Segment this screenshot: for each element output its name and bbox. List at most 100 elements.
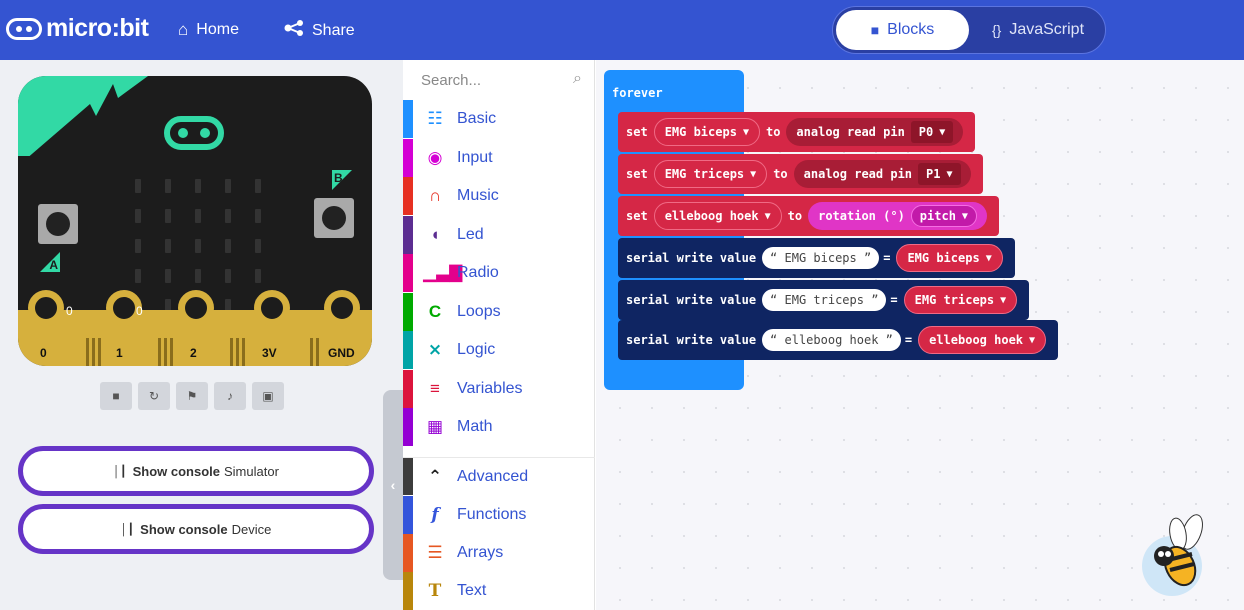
home-button[interactable]: ⌂ Home bbox=[178, 20, 239, 40]
set-variable-block[interactable]: set elleboog hoek ▼ to rotation (°) pitch ▼ bbox=[618, 196, 999, 236]
name-string-input[interactable]: “ EMG biceps ” bbox=[762, 247, 880, 269]
variable-dropdown[interactable]: EMG biceps ▼ bbox=[653, 118, 760, 146]
category-input[interactable]: ◉ Input bbox=[403, 139, 595, 177]
variable-dropdown[interactable]: elleboog hoek ▼ bbox=[653, 202, 782, 230]
category-arrays[interactable]: ☰ Arrays bbox=[403, 534, 595, 572]
category-math[interactable]: ▦ Math bbox=[403, 408, 595, 446]
variable-dropdown[interactable]: EMG triceps ▼ bbox=[653, 160, 768, 188]
search-icon[interactable]: ⌕ bbox=[573, 70, 582, 88]
button-b[interactable] bbox=[314, 198, 354, 238]
show-console-simulator-button[interactable]: │┃ Show console Simulator bbox=[18, 446, 374, 496]
category-label: Basic bbox=[457, 110, 497, 127]
dropdown-arrow-icon: ▼ bbox=[985, 252, 992, 264]
toggle-icon: ◖ bbox=[429, 225, 441, 244]
led bbox=[225, 209, 231, 223]
serial-write-value-block[interactable]: serial write value “ EMG biceps ” = EMG … bbox=[618, 238, 1015, 278]
category-radio[interactable]: ▁▃▇ Radio bbox=[403, 254, 595, 292]
microbit-logo[interactable]: micro:bit bbox=[6, 14, 149, 43]
name-string-input[interactable]: “ EMG triceps ” bbox=[762, 289, 887, 311]
category-loops[interactable]: C Loops bbox=[403, 293, 595, 331]
dropdown-arrow-icon: ▼ bbox=[742, 126, 749, 138]
pin-0[interactable] bbox=[28, 290, 64, 326]
serial-write-label: serial write value bbox=[626, 293, 757, 307]
led bbox=[255, 239, 261, 253]
set-variable-block[interactable]: set EMG biceps ▼ to analog read pin P0 ▼ bbox=[618, 112, 976, 152]
category-color-bar bbox=[403, 572, 413, 610]
category-logic[interactable]: ⨯ Logic bbox=[403, 331, 595, 369]
serial-write-value-block[interactable]: serial write value “ elleboog hoek ” = e… bbox=[618, 320, 1059, 360]
category-color-bar bbox=[403, 216, 413, 254]
search-input[interactable]: Search... bbox=[403, 60, 595, 100]
category-color-bar bbox=[403, 458, 413, 495]
category-advanced[interactable]: ⌃ Advanced bbox=[403, 457, 595, 495]
share-button[interactable]: Share bbox=[284, 20, 355, 41]
analog-read-block[interactable]: analog read pin P1 ▼ bbox=[793, 160, 971, 188]
category-led[interactable]: ◖ Led bbox=[403, 216, 595, 254]
led bbox=[225, 179, 231, 193]
show-console-device-button[interactable]: │┃ Show console Device bbox=[18, 504, 374, 554]
puzzle-icon: ■ bbox=[870, 22, 880, 38]
rotation-block[interactable]: rotation (°) pitch ▼ bbox=[808, 202, 987, 230]
variable-name: EMG triceps bbox=[664, 167, 745, 181]
pin-label: GND bbox=[328, 346, 355, 360]
pin-3v[interactable] bbox=[254, 290, 290, 326]
tab-blocks[interactable]: ■ Blocks bbox=[836, 10, 969, 50]
tab-blocks-label: Blocks bbox=[887, 21, 935, 38]
pin-label: 1 bbox=[116, 346, 123, 360]
dropdown-arrow-icon: ▼ bbox=[939, 126, 946, 138]
set-variable-block[interactable]: set EMG triceps ▼ to analog read pin P1 ▼ bbox=[618, 154, 983, 194]
category-variables[interactable]: ≡ Variables bbox=[403, 370, 595, 408]
category-label: Radio bbox=[457, 264, 499, 281]
editor-mode-switch: ■ Blocks {} JavaScript bbox=[832, 6, 1106, 54]
restart-icon[interactable]: ↻ bbox=[138, 382, 170, 410]
category-text[interactable]: T Text bbox=[403, 572, 595, 610]
pin-value: P1 bbox=[926, 167, 941, 181]
category-label: Led bbox=[457, 226, 484, 243]
console-label: Show console bbox=[140, 521, 228, 537]
board-logo-icon bbox=[164, 116, 224, 150]
led bbox=[165, 209, 171, 223]
collapse-simulator-handle[interactable]: ‹ bbox=[383, 390, 403, 580]
name-string-input[interactable]: “ elleboog hoek ” bbox=[762, 329, 901, 351]
stop-icon[interactable]: ■ bbox=[100, 382, 132, 410]
bee-mascot-icon bbox=[1142, 514, 1203, 596]
led bbox=[165, 269, 171, 283]
share-icon bbox=[284, 20, 304, 41]
mute-icon[interactable]: ♪ bbox=[214, 382, 246, 410]
share-label: Share bbox=[312, 21, 355, 39]
pin-strip bbox=[158, 338, 161, 366]
pin-strip bbox=[170, 338, 173, 366]
button-a[interactable] bbox=[38, 204, 78, 244]
category-color-bar bbox=[403, 534, 413, 572]
function-icon: f bbox=[431, 505, 439, 525]
pin-value: P0 bbox=[918, 125, 934, 139]
to-keyword: to bbox=[765, 125, 781, 139]
grid-icon: ☷ bbox=[427, 109, 443, 128]
dropdown-arrow-icon: ▼ bbox=[1000, 294, 1007, 306]
category-basic[interactable]: ☷ Basic bbox=[403, 100, 595, 138]
pin-dropdown[interactable]: P0 ▼ bbox=[910, 121, 954, 143]
variable-dropdown[interactable]: elleboog hoek ▼ bbox=[918, 326, 1047, 354]
category-color-bar bbox=[403, 408, 413, 446]
pin-gnd[interactable] bbox=[324, 290, 360, 326]
category-music[interactable]: ∩ Music bbox=[403, 177, 595, 215]
screenshot-icon[interactable]: ▣ bbox=[252, 382, 284, 410]
category-color-bar bbox=[403, 139, 413, 177]
variable-dropdown[interactable]: EMG triceps ▼ bbox=[903, 286, 1018, 314]
pin-2[interactable] bbox=[178, 290, 214, 326]
category-functions[interactable]: f Functions bbox=[403, 496, 595, 534]
slow-mo-icon[interactable]: ⚑ bbox=[176, 382, 208, 410]
category-color-bar bbox=[403, 370, 413, 408]
loop-icon: C bbox=[428, 302, 442, 321]
led bbox=[165, 239, 171, 253]
analog-read-block[interactable]: analog read pin P0 ▼ bbox=[786, 118, 964, 146]
dropdown-arrow-icon: ▼ bbox=[946, 168, 953, 180]
button-a-label: A bbox=[40, 252, 60, 272]
serial-write-value-block[interactable]: serial write value “ EMG triceps ” = EMG… bbox=[618, 280, 1030, 320]
led bbox=[195, 239, 201, 253]
variable-dropdown[interactable]: EMG biceps ▼ bbox=[896, 244, 1003, 272]
axis-dropdown[interactable]: pitch ▼ bbox=[910, 205, 977, 227]
pin-dropdown[interactable]: P1 ▼ bbox=[918, 163, 961, 185]
tab-javascript[interactable]: {} JavaScript bbox=[973, 10, 1103, 50]
pin-0-value: 0 bbox=[66, 304, 73, 318]
